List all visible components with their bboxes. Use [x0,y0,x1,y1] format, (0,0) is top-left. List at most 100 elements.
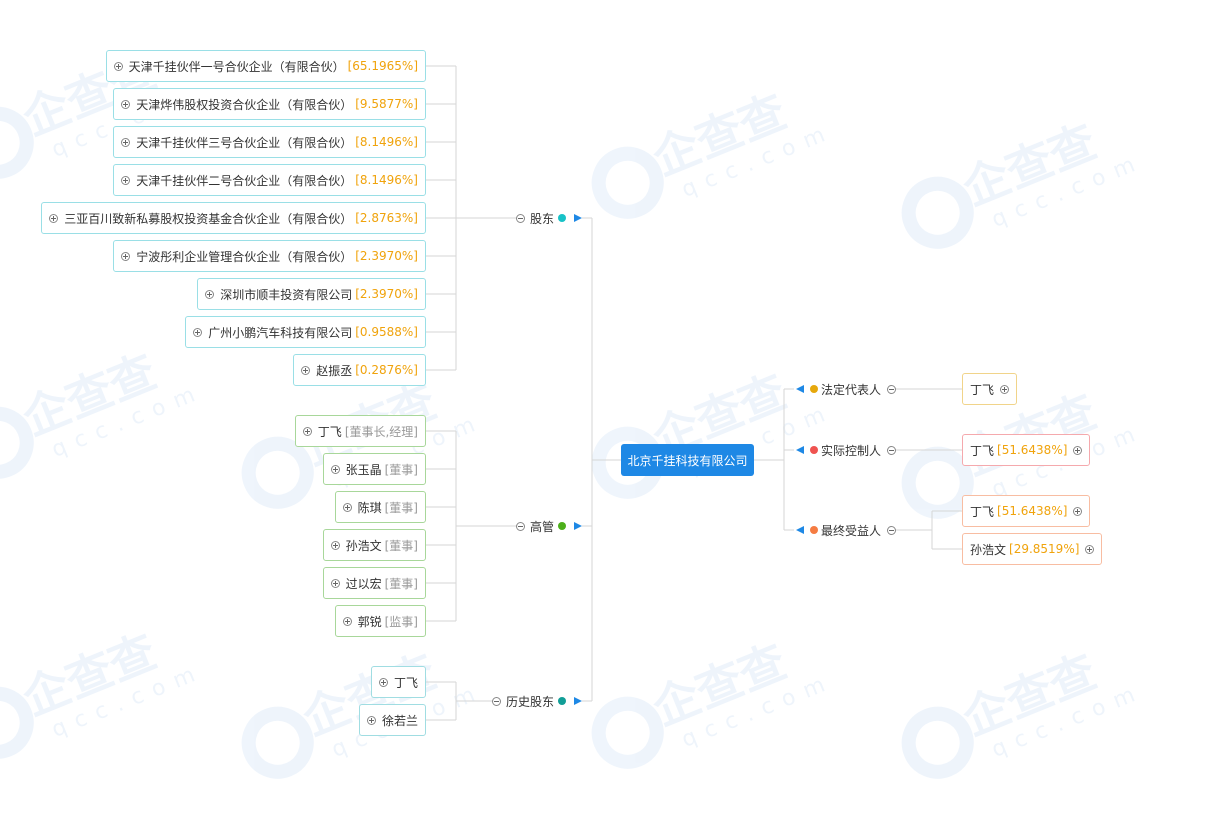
shareholder-node[interactable]: 天津千挂伙伴三号合伙企业（有限合伙） [8.1496%] [113,126,426,158]
category-ultimate-beneficiary[interactable]: 最终受益人 [796,520,897,540]
category-shareholders[interactable]: 股东 [516,208,583,228]
category-dot-icon [558,214,567,222]
arrow-left-icon [796,385,804,393]
expand-plus-icon[interactable] [330,464,340,474]
legal-representative-node[interactable]: 丁飞 [962,373,1018,405]
shareholder-name: 天津千挂伙伴三号合伙企业（有限合伙） [136,135,353,150]
shareholder-node[interactable]: 三亚百川致新私募股权投资基金合伙企业（有限合伙） [2.8763%] [41,202,426,234]
expand-plus-icon[interactable] [330,540,340,550]
expand-plus-icon[interactable] [121,99,131,109]
shareholder-percentage: [65.1965%] [347,59,418,73]
category-legal-representative[interactable]: 法定代表人 [796,379,897,399]
collapse-minus-icon[interactable] [887,525,897,535]
category-history-shareholders[interactable]: 历史股东 [492,691,583,711]
shareholder-node[interactable]: 天津烨伟股权投资合伙企业（有限合伙） [9.5877%] [113,88,426,120]
executive-name: 丁飞 [317,424,342,439]
expand-plus-icon[interactable] [121,175,131,185]
executive-node[interactable]: 陈琪 [董事] [334,491,426,523]
ultimate-beneficiary-node[interactable]: 丁飞 [51.6438%] [962,495,1091,527]
collapse-minus-icon[interactable] [492,696,501,706]
shareholder-node[interactable]: 宁波彤利企业管理合伙企业（有限合伙） [2.3970%] [113,240,426,272]
executive-role: [董事] [384,462,418,477]
expand-plus-icon[interactable] [378,677,388,687]
expand-plus-icon[interactable] [1085,544,1095,554]
executive-node[interactable]: 郭锐 [监事] [334,605,426,637]
collapse-minus-icon[interactable] [887,445,897,455]
ultimate-beneficiary-node[interactable]: 孙浩文 [29.8519%] [962,533,1103,565]
shareholder-name: 天津千挂伙伴二号合伙企业（有限合伙） [136,173,353,188]
arrow-left-icon [796,526,804,534]
history-shareholder-node[interactable]: 丁飞 [370,666,426,698]
executive-name: 郭锐 [357,614,382,629]
shareholder-percentage: [9.5877%] [355,97,418,111]
history-shareholder-node[interactable]: 徐若兰 [358,704,426,736]
shareholder-percentage: [2.8763%] [355,211,418,225]
actual-controller-node[interactable]: 丁飞 [51.6438%] [962,434,1091,466]
collapse-minus-icon[interactable] [516,213,525,223]
executive-node[interactable]: 过以宏 [董事] [322,567,426,599]
root-company-name: 北京千挂科技有限公司 [627,453,748,468]
shareholder-name: 天津千挂伙伴一号合伙企业（有限合伙） [128,59,345,74]
expand-plus-icon[interactable] [1000,384,1010,394]
shareholder-percentage: [2.3970%] [355,287,418,301]
expand-plus-icon[interactable] [301,365,311,375]
expand-plus-icon[interactable] [342,502,352,512]
history-shareholder-name: 徐若兰 [381,713,418,728]
shareholder-name: 天津烨伟股权投资合伙企业（有限合伙） [136,97,353,112]
shareholder-node[interactable]: 广州小鹏汽车科技有限公司 [0.9588%] [185,316,426,348]
shareholder-name: 深圳市顺丰投资有限公司 [220,287,353,302]
expand-plus-icon[interactable] [1073,506,1083,516]
category-actual-controller[interactable]: 实际控制人 [796,440,897,460]
category-dot-icon [810,385,818,393]
category-dot-icon [810,446,818,454]
category-label: 股东 [530,211,555,226]
category-dot-icon [558,522,567,530]
collapse-minus-icon[interactable] [887,384,897,394]
shareholder-percentage: [0.2876%] [355,363,418,377]
shareholder-percentage: [0.9588%] [355,325,418,339]
root-company-node[interactable]: 北京千挂科技有限公司 [621,444,754,476]
expand-plus-icon[interactable] [113,61,123,71]
shareholder-name: 三亚百川致新私募股权投资基金合伙企业（有限合伙） [64,211,353,226]
expand-plus-icon[interactable] [366,715,376,725]
expand-plus-icon[interactable] [302,426,312,436]
history-shareholder-name: 丁飞 [393,675,418,690]
category-label: 历史股东 [506,694,555,709]
executive-node[interactable]: 丁飞 [董事长,经理] [294,415,426,447]
person-name: 丁飞 [970,504,995,519]
expand-plus-icon[interactable] [49,213,59,223]
expand-plus-icon[interactable] [205,289,215,299]
executive-role: [董事] [384,500,418,515]
shareholder-name: 宁波彤利企业管理合伙企业（有限合伙） [136,249,353,264]
category-dot-icon [810,526,818,534]
expand-plus-icon[interactable] [121,137,131,147]
shareholder-node[interactable]: 赵振丞 [0.2876%] [293,354,426,386]
arrow-right-icon [574,214,583,222]
executive-role: [董事] [384,576,418,591]
shareholder-percentage: [2.3970%] [355,249,418,263]
executive-name: 陈琪 [357,500,382,515]
category-executives[interactable]: 高管 [516,516,583,536]
shareholder-percentage: [8.1496%] [355,173,418,187]
expand-plus-icon[interactable] [1073,445,1083,455]
shareholder-node[interactable]: 天津千挂伙伴二号合伙企业（有限合伙） [8.1496%] [113,164,426,196]
executive-name: 张玉晶 [345,462,382,477]
executive-role: [董事] [384,538,418,553]
person-percentage: [51.6438%] [997,443,1068,457]
shareholder-node[interactable]: 天津千挂伙伴一号合伙企业（有限合伙） [65.1965%] [105,50,426,82]
person-percentage: [51.6438%] [997,504,1068,518]
shareholder-node[interactable]: 深圳市顺丰投资有限公司 [2.3970%] [197,278,426,310]
shareholder-name: 广州小鹏汽车科技有限公司 [208,325,353,340]
executive-role: [监事] [384,614,418,629]
expand-plus-icon[interactable] [330,578,340,588]
expand-plus-icon[interactable] [121,251,131,261]
collapse-minus-icon[interactable] [516,521,525,531]
arrow-right-icon [574,522,583,530]
executive-node[interactable]: 孙浩文 [董事] [322,529,426,561]
shareholder-percentage: [8.1496%] [355,135,418,149]
arrow-right-icon [574,697,583,705]
executive-name: 过以宏 [345,576,382,591]
expand-plus-icon[interactable] [342,616,352,626]
executive-node[interactable]: 张玉晶 [董事] [322,453,426,485]
expand-plus-icon[interactable] [193,327,203,337]
